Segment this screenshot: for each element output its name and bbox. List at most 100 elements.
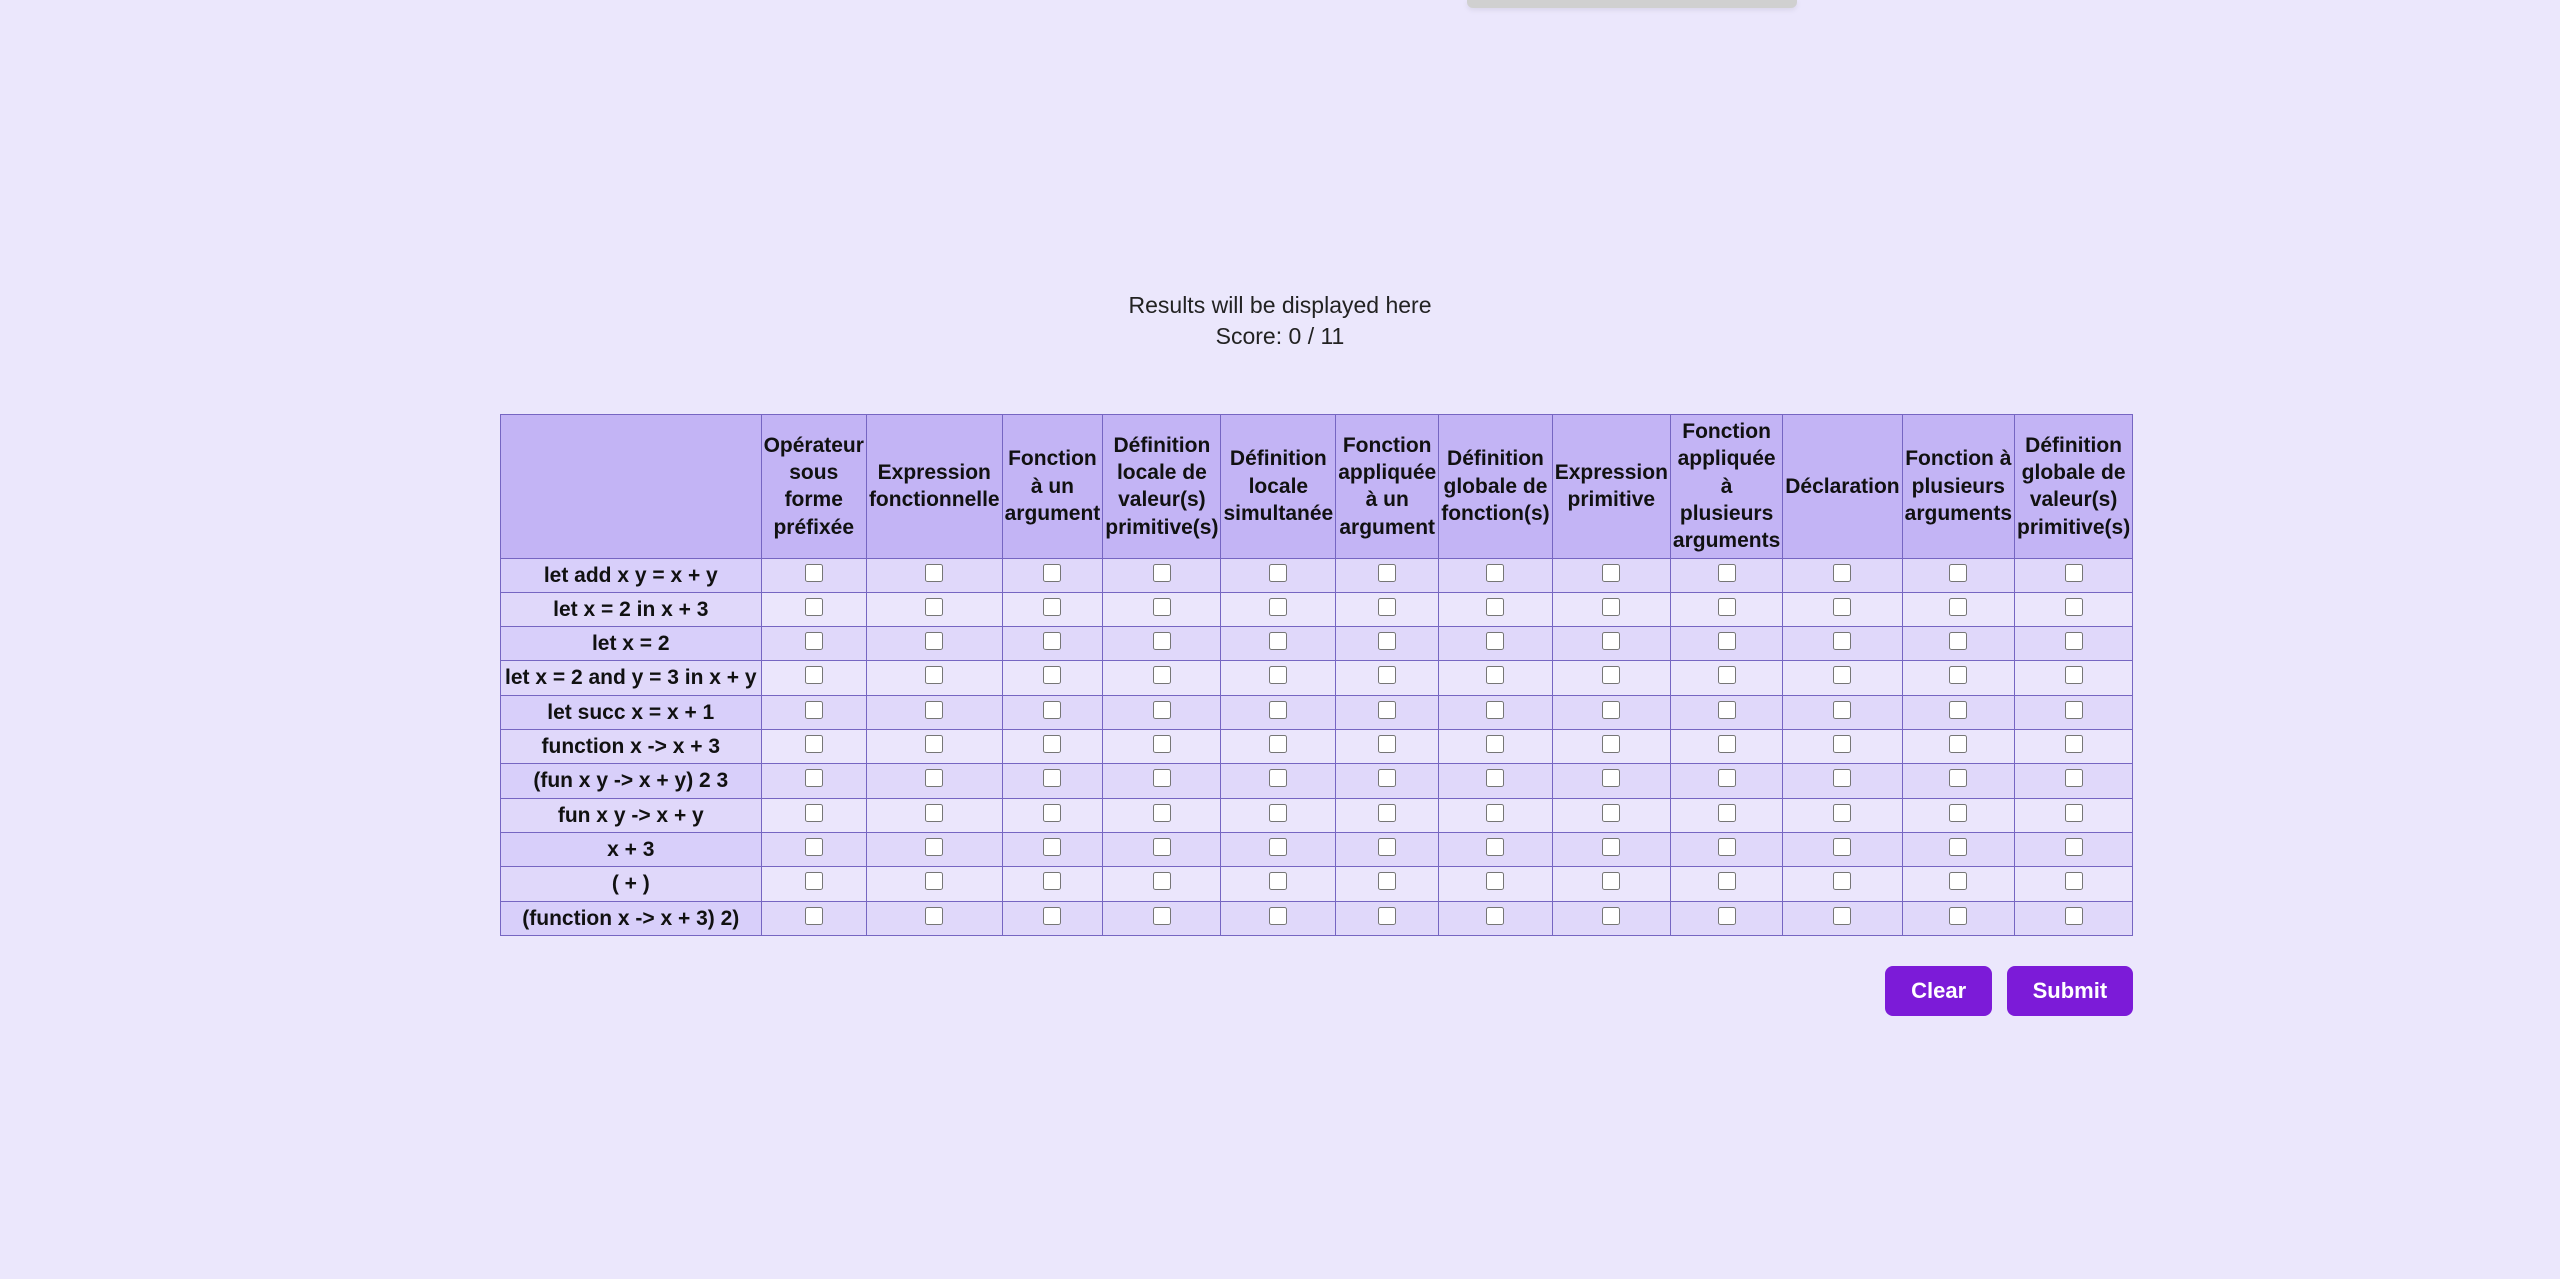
checkbox[interactable] xyxy=(1833,838,1851,856)
checkbox[interactable] xyxy=(1949,598,1967,616)
checkbox[interactable] xyxy=(1378,701,1396,719)
checkbox[interactable] xyxy=(1602,769,1620,787)
checkbox[interactable] xyxy=(1949,632,1967,650)
checkbox[interactable] xyxy=(805,632,823,650)
checkbox[interactable] xyxy=(1378,804,1396,822)
checkbox[interactable] xyxy=(805,598,823,616)
checkbox[interactable] xyxy=(1602,735,1620,753)
checkbox[interactable] xyxy=(1378,666,1396,684)
checkbox[interactable] xyxy=(1486,769,1504,787)
checkbox[interactable] xyxy=(1269,769,1287,787)
checkbox[interactable] xyxy=(1949,804,1967,822)
checkbox[interactable] xyxy=(1718,666,1736,684)
submit-button[interactable]: Submit xyxy=(2007,966,2134,1016)
checkbox[interactable] xyxy=(1153,632,1171,650)
checkbox[interactable] xyxy=(1486,632,1504,650)
checkbox[interactable] xyxy=(1043,872,1061,890)
checkbox[interactable] xyxy=(2065,769,2083,787)
checkbox[interactable] xyxy=(1949,564,1967,582)
checkbox[interactable] xyxy=(1949,838,1967,856)
checkbox[interactable] xyxy=(1949,872,1967,890)
checkbox[interactable] xyxy=(1833,872,1851,890)
checkbox[interactable] xyxy=(2065,598,2083,616)
checkbox[interactable] xyxy=(805,666,823,684)
checkbox[interactable] xyxy=(2065,735,2083,753)
checkbox[interactable] xyxy=(1486,804,1504,822)
checkbox[interactable] xyxy=(1718,872,1736,890)
checkbox[interactable] xyxy=(2065,804,2083,822)
checkbox[interactable] xyxy=(1153,838,1171,856)
checkbox[interactable] xyxy=(1153,872,1171,890)
checkbox[interactable] xyxy=(1378,838,1396,856)
checkbox[interactable] xyxy=(805,804,823,822)
checkbox[interactable] xyxy=(1602,666,1620,684)
checkbox[interactable] xyxy=(1949,701,1967,719)
checkbox[interactable] xyxy=(1718,598,1736,616)
checkbox[interactable] xyxy=(1833,701,1851,719)
checkbox[interactable] xyxy=(1378,598,1396,616)
checkbox[interactable] xyxy=(805,769,823,787)
checkbox[interactable] xyxy=(1269,598,1287,616)
checkbox[interactable] xyxy=(925,769,943,787)
checkbox[interactable] xyxy=(1486,838,1504,856)
checkbox[interactable] xyxy=(1602,632,1620,650)
checkbox[interactable] xyxy=(1043,598,1061,616)
checkbox[interactable] xyxy=(1043,735,1061,753)
checkbox[interactable] xyxy=(1833,769,1851,787)
checkbox[interactable] xyxy=(1833,564,1851,582)
checkbox[interactable] xyxy=(1269,804,1287,822)
checkbox[interactable] xyxy=(1043,564,1061,582)
checkbox[interactable] xyxy=(805,701,823,719)
checkbox[interactable] xyxy=(925,666,943,684)
checkbox[interactable] xyxy=(2065,838,2083,856)
checkbox[interactable] xyxy=(925,564,943,582)
checkbox[interactable] xyxy=(1378,769,1396,787)
checkbox[interactable] xyxy=(1949,907,1967,925)
checkbox[interactable] xyxy=(1486,598,1504,616)
checkbox[interactable] xyxy=(1153,769,1171,787)
checkbox[interactable] xyxy=(1949,769,1967,787)
checkbox[interactable] xyxy=(1153,598,1171,616)
checkbox[interactable] xyxy=(1269,666,1287,684)
checkbox[interactable] xyxy=(1602,907,1620,925)
checkbox[interactable] xyxy=(1718,907,1736,925)
checkbox[interactable] xyxy=(1269,735,1287,753)
checkbox[interactable] xyxy=(2065,666,2083,684)
checkbox[interactable] xyxy=(1718,701,1736,719)
checkbox[interactable] xyxy=(1043,838,1061,856)
checkbox[interactable] xyxy=(1486,735,1504,753)
checkbox[interactable] xyxy=(2065,701,2083,719)
checkbox[interactable] xyxy=(925,804,943,822)
checkbox[interactable] xyxy=(1486,701,1504,719)
checkbox[interactable] xyxy=(1718,564,1736,582)
checkbox[interactable] xyxy=(1949,666,1967,684)
checkbox[interactable] xyxy=(2065,564,2083,582)
checkbox[interactable] xyxy=(2065,907,2083,925)
checkbox[interactable] xyxy=(1378,735,1396,753)
checkbox[interactable] xyxy=(1602,564,1620,582)
checkbox[interactable] xyxy=(1043,769,1061,787)
checkbox[interactable] xyxy=(1153,666,1171,684)
checkbox[interactable] xyxy=(1269,872,1287,890)
checkbox[interactable] xyxy=(1602,701,1620,719)
checkbox[interactable] xyxy=(925,907,943,925)
checkbox[interactable] xyxy=(1043,701,1061,719)
checkbox[interactable] xyxy=(925,701,943,719)
checkbox[interactable] xyxy=(2065,872,2083,890)
checkbox[interactable] xyxy=(805,907,823,925)
checkbox[interactable] xyxy=(1378,564,1396,582)
checkbox[interactable] xyxy=(1833,804,1851,822)
checkbox[interactable] xyxy=(1043,632,1061,650)
checkbox[interactable] xyxy=(1718,632,1736,650)
checkbox[interactable] xyxy=(1833,598,1851,616)
checkbox[interactable] xyxy=(1486,907,1504,925)
checkbox[interactable] xyxy=(925,838,943,856)
checkbox[interactable] xyxy=(1833,735,1851,753)
checkbox[interactable] xyxy=(805,872,823,890)
checkbox[interactable] xyxy=(1602,838,1620,856)
checkbox[interactable] xyxy=(805,564,823,582)
checkbox[interactable] xyxy=(1378,907,1396,925)
checkbox[interactable] xyxy=(1043,804,1061,822)
checkbox[interactable] xyxy=(1486,872,1504,890)
checkbox[interactable] xyxy=(1153,735,1171,753)
